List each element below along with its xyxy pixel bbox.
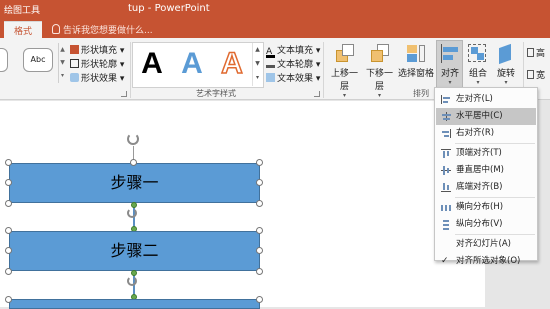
- rotate-handle-icon[interactable]: [127, 208, 137, 218]
- height-icon: [527, 48, 534, 57]
- resize-handle[interactable]: [256, 227, 263, 234]
- tab-format[interactable]: 格式: [4, 21, 42, 38]
- pen-icon: [70, 59, 79, 68]
- menu-item-align-to-slide[interactable]: 对齐幻灯片(A): [436, 236, 536, 253]
- wordart-style-orange-outline[interactable]: A: [211, 44, 253, 84]
- step-shape[interactable]: [9, 299, 260, 309]
- selection-pane-icon: [404, 42, 428, 64]
- shape-style-thumb[interactable]: Abc: [23, 48, 53, 72]
- group-divider: [323, 42, 324, 98]
- resize-handle[interactable]: [5, 227, 12, 234]
- resize-handle[interactable]: [5, 200, 12, 207]
- selection-pane-button[interactable]: 选择窗格: [398, 42, 434, 79]
- align-center-icon: [441, 112, 451, 121]
- menu-separator: [455, 197, 535, 198]
- dialog-launcher-icon[interactable]: [121, 91, 127, 97]
- title-bar: [0, 0, 550, 20]
- resize-handle[interactable]: [256, 179, 263, 186]
- align-button[interactable]: 对齐 ▾: [437, 42, 463, 86]
- rotate-button[interactable]: 旋转 ▾: [493, 42, 519, 86]
- text-fill-button[interactable]: A 文本填充 ▾: [266, 43, 320, 58]
- menu-item-distribute-vertical[interactable]: 纵向分布(V): [436, 216, 536, 233]
- resize-handle[interactable]: [256, 159, 263, 166]
- step-shape[interactable]: 步骤一: [9, 163, 260, 203]
- menu-item-align-left[interactable]: 左对齐(L): [436, 91, 536, 108]
- width-icon: [527, 70, 534, 79]
- shape-fill-button[interactable]: 形状填充 ▾: [70, 43, 124, 56]
- align-middle-icon: [441, 166, 451, 175]
- align-top-icon: [441, 149, 451, 158]
- bring-forward-icon: [333, 42, 357, 64]
- distribute-vertical-icon: [441, 220, 451, 230]
- resize-handle[interactable]: [256, 200, 263, 207]
- group-icon: [466, 42, 490, 64]
- menu-item-align-top[interactable]: 顶端对齐(T): [436, 145, 536, 162]
- group-label-arrange: 排列: [413, 89, 429, 98]
- group-label-wordart: 艺术字样式: [196, 89, 236, 98]
- text-outline-button[interactable]: 文本轮廓 ▾: [266, 57, 320, 70]
- menu-separator: [455, 143, 535, 144]
- text-outline-icon: [266, 59, 275, 68]
- resize-handle[interactable]: [5, 179, 12, 186]
- step-shape[interactable]: 步骤二: [9, 231, 260, 271]
- rotate-handle-icon[interactable]: [127, 276, 137, 286]
- wordart-gallery-scroll[interactable]: ▲ ▼ ▾: [252, 43, 262, 86]
- send-backward-button[interactable]: 下移一层 ▾: [362, 42, 397, 99]
- resize-handle[interactable]: [5, 268, 12, 275]
- text-effects-icon: [266, 73, 275, 82]
- resize-handle[interactable]: [256, 268, 263, 275]
- wordart-style-black[interactable]: A: [131, 44, 173, 84]
- distribute-horizontal-icon: [441, 203, 451, 212]
- resize-handle[interactable]: [130, 159, 137, 166]
- send-backward-icon: [368, 42, 392, 64]
- menu-item-align-bottom[interactable]: 底端对齐(B): [436, 179, 536, 196]
- dialog-launcher-icon[interactable]: [314, 91, 320, 97]
- shape-effects-icon: [70, 73, 79, 82]
- lightbulb-icon: [52, 24, 60, 34]
- shape-effects-button[interactable]: 形状效果 ▾: [70, 71, 124, 84]
- checkmark-icon: ✓: [441, 256, 449, 266]
- tell-me-box[interactable]: 告诉我您想要做什么...: [52, 23, 153, 36]
- align-dropdown-menu: 左对齐(L) 水平居中(C) 右对齐(R) 顶端对齐(T) 垂直居中(M) 底端…: [434, 87, 538, 266]
- menu-item-distribute-horizontal[interactable]: 横向分布(H): [436, 199, 536, 216]
- paint-bucket-icon: [70, 45, 79, 54]
- align-right-icon: [441, 129, 451, 138]
- resize-handle[interactable]: [256, 296, 263, 303]
- bring-forward-button[interactable]: 上移一层 ▾: [327, 42, 362, 99]
- menu-item-align-right[interactable]: 右对齐(R): [436, 125, 536, 142]
- width-field[interactable]: 宽: [527, 68, 545, 81]
- align-bottom-icon: [441, 183, 451, 192]
- resize-handle[interactable]: [256, 247, 263, 254]
- wordart-style-blue[interactable]: A: [171, 44, 213, 84]
- shape-outline-button[interactable]: 形状轮廓 ▾: [70, 57, 124, 70]
- align-icon: [438, 42, 462, 64]
- resize-handle[interactable]: [5, 159, 12, 166]
- text-effects-button[interactable]: 文本效果 ▾: [266, 71, 320, 84]
- menu-item-align-selected-objects[interactable]: ✓ 对齐所选对象(O): [436, 253, 536, 266]
- group-button[interactable]: 组合 ▾: [465, 42, 491, 86]
- tell-me-text: 告诉我您想要做什么...: [63, 26, 153, 36]
- resize-handle[interactable]: [5, 247, 12, 254]
- align-left-icon: [441, 95, 451, 104]
- rotate-handle-stem: [133, 146, 134, 160]
- window-title: tup - PowerPoint: [128, 3, 210, 14]
- resize-handle[interactable]: [5, 296, 12, 303]
- slide-canvas[interactable]: [0, 101, 485, 307]
- rotate-handle-icon[interactable]: [127, 133, 139, 145]
- context-tab-group-label: 绘图工具: [4, 6, 41, 16]
- rotate-icon: [494, 42, 518, 65]
- menu-item-align-center[interactable]: 水平居中(C): [436, 108, 536, 125]
- shape-style-thumb[interactable]: [0, 48, 8, 72]
- height-field[interactable]: 高: [527, 46, 545, 59]
- menu-item-align-middle[interactable]: 垂直居中(M): [436, 162, 536, 179]
- menu-separator: [455, 234, 535, 235]
- shape-style-gallery-scroll[interactable]: ▲ ▼ ▾: [58, 43, 66, 83]
